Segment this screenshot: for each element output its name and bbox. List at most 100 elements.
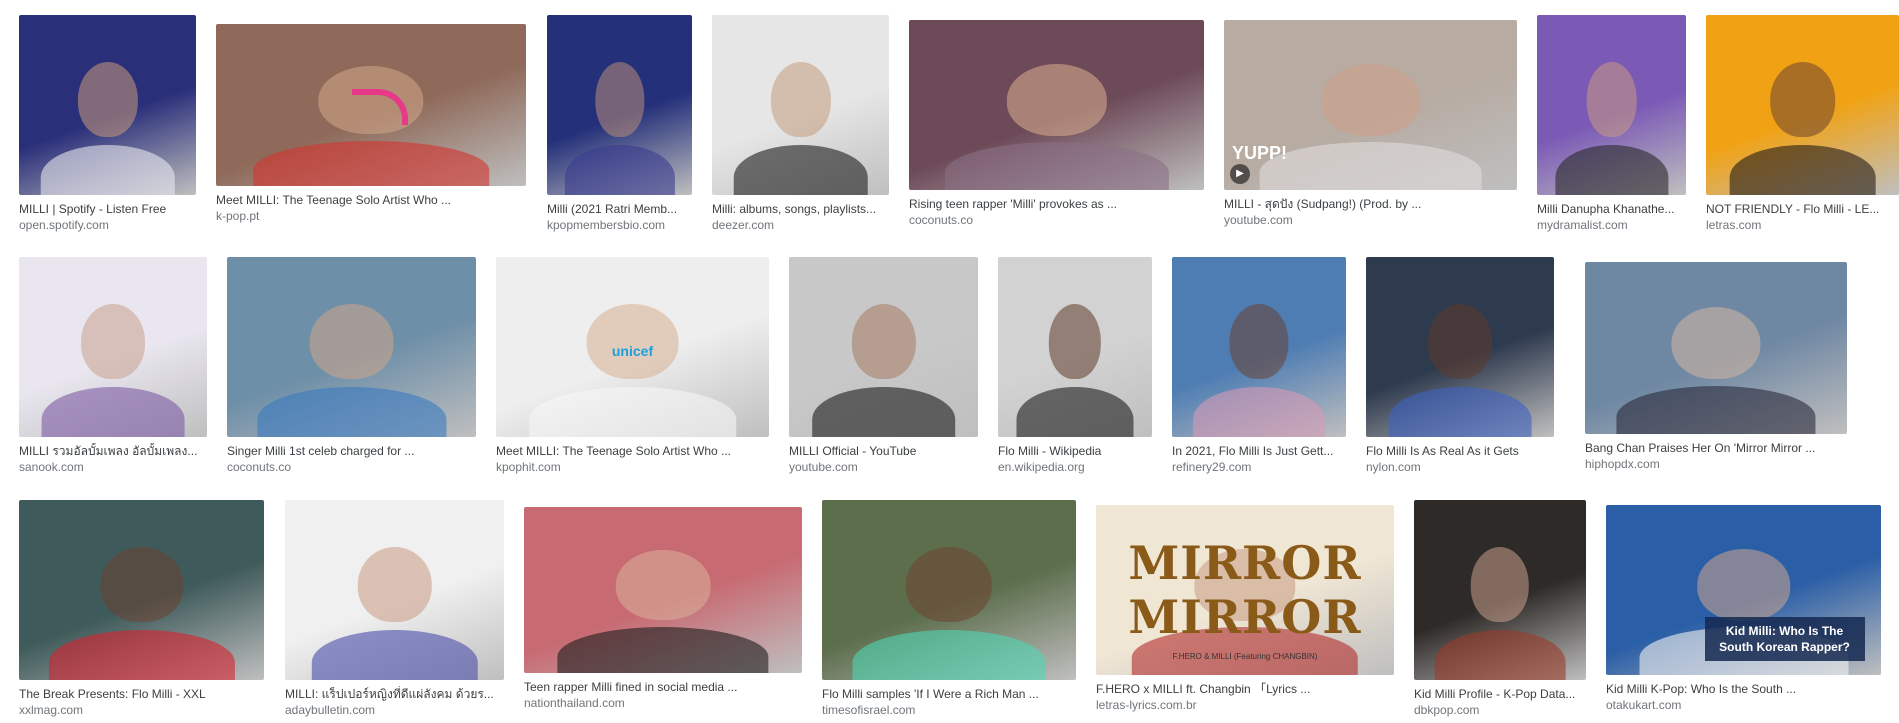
image-result-tile[interactable]: The Break Presents: Flo Milli - XXL xxlma…: [19, 500, 264, 718]
image-results-grid: MILLI | Spotify - Listen Free open.spotif…: [0, 0, 1899, 723]
image-result-tile[interactable]: Milli Danupha Khanathe... mydramalist.com: [1537, 15, 1686, 233]
result-title-link[interactable]: Kid Milli K-Pop: Who Is the South ...: [1606, 681, 1881, 697]
result-title-link[interactable]: MILLI: แร็ปเปอร์หญิงที่ดีแผ่ลังคม ด้วยร.…: [285, 686, 504, 702]
result-title-link[interactable]: MILLI | Spotify - Listen Free: [19, 201, 196, 217]
result-thumbnail[interactable]: [285, 500, 504, 680]
result-thumbnail[interactable]: [547, 15, 692, 195]
mirror-mirror-credits: F.HERO & MILLI (Featuring CHANGBIN): [1172, 652, 1318, 662]
result-thumbnail[interactable]: [1537, 15, 1686, 195]
image-result-tile[interactable]: Flo Milli - Wikipedia en.wikipedia.org: [998, 257, 1152, 475]
result-thumbnail[interactable]: MIRROR MIRROR F.HERO & MILLI (Featuring C…: [1096, 505, 1394, 675]
result-title-link[interactable]: Flo Milli samples 'If I Were a Rich Man …: [822, 686, 1076, 702]
result-title-link[interactable]: MILLI - สุดปัง (Sudpang!) (Prod. by ...: [1224, 196, 1517, 212]
person-figure: [1470, 546, 1530, 623]
yupp-logo: YUPP!: [1232, 142, 1288, 163]
result-thumbnail[interactable]: [998, 257, 1152, 437]
result-thumbnail[interactable]: ▶ YUPP!: [1224, 20, 1517, 190]
result-title-link[interactable]: Meet MILLI: The Teenage Solo Artist Who …: [216, 192, 526, 208]
image-result-tile[interactable]: Bang Chan Praises Her On 'Mirror Mirror …: [1585, 262, 1847, 472]
result-thumbnail[interactable]: [19, 500, 264, 680]
person-figure: [309, 303, 394, 380]
person-figure: [99, 546, 184, 623]
image-result-tile[interactable]: MILLI Official - YouTube youtube.com: [789, 257, 978, 475]
result-source-domain: coconuts.co: [909, 213, 974, 227]
image-result-tile[interactable]: Teen rapper Milli fined in social media …: [524, 507, 802, 711]
image-result-tile[interactable]: Flo Milli Is As Real As it Gets nylon.com: [1366, 257, 1554, 475]
result-title-link[interactable]: Milli: albums, songs, playlists...: [712, 201, 889, 217]
result-thumbnail[interactable]: [1706, 15, 1899, 195]
result-source-domain: coconuts.co: [227, 460, 292, 474]
result-thumbnail[interactable]: [227, 257, 476, 437]
person-figure: [357, 546, 432, 623]
person-figure: [594, 61, 645, 138]
result-thumbnail[interactable]: unicef: [496, 257, 769, 437]
result-source-domain: nylon.com: [1366, 460, 1421, 474]
image-result-tile[interactable]: ▶ YUPP! MILLI - สุดปัง (Sudpang!) (Prod. b…: [1224, 20, 1517, 228]
result-thumbnail[interactable]: [789, 257, 978, 437]
result-title-link[interactable]: Meet MILLI: The Teenage Solo Artist Who …: [496, 443, 769, 459]
result-title-link[interactable]: Flo Milli Is As Real As it Gets: [1366, 443, 1554, 459]
person-figure: [81, 303, 145, 380]
result-title-link[interactable]: Teen rapper Milli fined in social media …: [524, 679, 802, 695]
person-figure: [770, 61, 831, 138]
result-title-link[interactable]: NOT FRIENDLY - Flo Milli - LE...: [1706, 201, 1899, 217]
image-result-tile[interactable]: MILLI | Spotify - Listen Free open.spotif…: [19, 15, 196, 233]
result-thumbnail[interactable]: [1172, 257, 1346, 437]
result-thumbnail[interactable]: [19, 257, 207, 437]
result-title-link[interactable]: MILLI Official - YouTube: [789, 443, 978, 459]
person-figure: [615, 550, 711, 620]
image-result-tile[interactable]: MILLI: แร็ปเปอร์หญิงที่ดีแผ่ลังคม ด้วยร.…: [285, 500, 504, 718]
image-result-tile[interactable]: Rising teen rapper 'Milli' provokes as .…: [909, 20, 1204, 228]
result-source-domain: timesofisrael.com: [822, 703, 916, 717]
result-title-link[interactable]: Bang Chan Praises Her On 'Mirror Mirror …: [1585, 440, 1847, 456]
result-source-domain: deezer.com: [712, 218, 775, 232]
result-source-domain: en.wikipedia.org: [998, 460, 1085, 474]
result-title-link[interactable]: Kid Milli Profile - K-Pop Data...: [1414, 686, 1586, 702]
result-title-link[interactable]: Milli Danupha Khanathe...: [1537, 201, 1686, 217]
result-title-link[interactable]: In 2021, Flo Milli Is Just Gett...: [1172, 443, 1346, 459]
result-thumbnail[interactable]: [1366, 257, 1554, 437]
image-result-tile[interactable]: MIRROR MIRROR F.HERO & MILLI (Featuring C…: [1096, 505, 1394, 713]
result-source-domain: letras-lyrics.com.br: [1096, 698, 1197, 712]
headline-overlay: Kid Milli: Who Is The South Korean Rappe…: [1704, 617, 1865, 662]
person-figure: [1586, 61, 1637, 138]
result-source-domain: xxlmag.com: [19, 703, 84, 717]
result-thumbnail[interactable]: [822, 500, 1076, 680]
result-source-domain: nationthailand.com: [524, 696, 625, 710]
person-figure: [586, 303, 679, 380]
result-title-link[interactable]: F.HERO x MILLI ft. Changbin 「Lyrics ...: [1096, 681, 1394, 697]
result-thumbnail[interactable]: [216, 24, 526, 186]
result-source-domain: adaybulletin.com: [285, 703, 376, 717]
result-thumbnail[interactable]: [1414, 500, 1586, 680]
result-thumbnail[interactable]: Kid Milli: Who Is The South Korean Rappe…: [1606, 505, 1881, 675]
image-result-tile[interactable]: Milli (2021 Ratri Memb... kpopmembersbio.…: [547, 15, 692, 233]
person-figure: [1428, 303, 1492, 380]
result-title-link[interactable]: The Break Presents: Flo Milli - XXL: [19, 686, 264, 702]
image-result-tile[interactable]: Kid Milli: Who Is The South Korean Rappe…: [1606, 505, 1881, 713]
image-result-tile[interactable]: MILLI รวมอัลบั้มเพลง อัลบั้มเพลง... sanoo…: [19, 257, 207, 475]
person-figure: [1696, 549, 1791, 621]
image-result-tile[interactable]: Milli: albums, songs, playlists... deezer…: [712, 15, 889, 233]
result-source-domain: kpopmembersbio.com: [547, 218, 666, 232]
result-thumbnail[interactable]: [524, 507, 802, 673]
result-title-link[interactable]: MILLI รวมอัลบั้มเพลง อัลบั้มเพลง...: [19, 443, 207, 459]
result-title-link[interactable]: Rising teen rapper 'Milli' provokes as .…: [909, 196, 1204, 212]
image-result-tile[interactable]: NOT FRIENDLY - Flo Milli - LE... letras.c…: [1706, 15, 1899, 233]
image-result-tile[interactable]: unicef Meet MILLI: The Teenage Solo Artis…: [496, 257, 769, 475]
result-title-link[interactable]: Flo Milli - Wikipedia: [998, 443, 1152, 459]
result-thumbnail[interactable]: [19, 15, 196, 195]
image-result-tile[interactable]: In 2021, Flo Milli Is Just Gett... refine…: [1172, 257, 1346, 475]
image-result-tile[interactable]: Flo Milli samples 'If I Were a Rich Man …: [822, 500, 1076, 718]
image-result-tile[interactable]: Singer Milli 1st celeb charged for ... co…: [227, 257, 476, 475]
result-thumbnail[interactable]: [712, 15, 889, 195]
result-thumbnail[interactable]: [1585, 262, 1847, 434]
person-figure: [77, 61, 138, 138]
result-title-link[interactable]: Singer Milli 1st celeb charged for ...: [227, 443, 476, 459]
image-result-tile[interactable]: Meet MILLI: The Teenage Solo Artist Who …: [216, 24, 526, 224]
result-title-link[interactable]: Milli (2021 Ratri Memb...: [547, 201, 692, 217]
image-result-tile[interactable]: Kid Milli Profile - K-Pop Data... dbkpop.…: [1414, 500, 1586, 718]
result-thumbnail[interactable]: [909, 20, 1204, 190]
person-figure: [905, 546, 993, 623]
result-source-domain: youtube.com: [789, 460, 858, 474]
play-icon: ▶: [1230, 164, 1250, 184]
